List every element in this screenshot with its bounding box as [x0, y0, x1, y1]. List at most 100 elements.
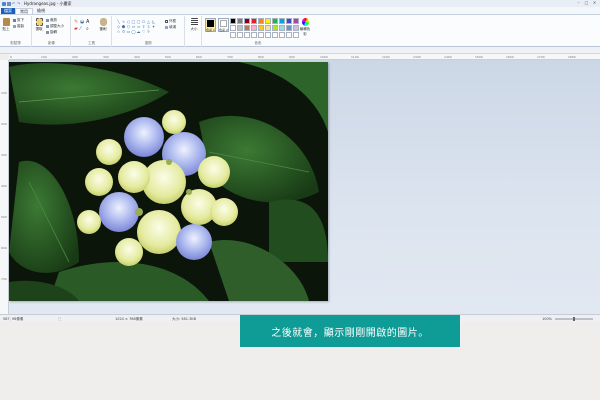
ruler-tick-label: 300: [103, 55, 109, 59]
fill-icon[interactable]: ◒: [80, 19, 85, 25]
rotate-icon: [46, 31, 49, 34]
palette-swatch[interactable]: [230, 32, 236, 38]
shapes-label: 圖形: [145, 41, 152, 45]
undo-icon[interactable]: ↶: [12, 1, 16, 6]
color2-swatch: [220, 20, 227, 27]
magnifier-icon[interactable]: ⌕: [86, 26, 91, 32]
palette-swatch[interactable]: [272, 18, 278, 24]
ruler-tick-label: 100: [41, 55, 47, 59]
palette-swatch[interactable]: [265, 25, 271, 31]
ruler-tick-label: 700: [227, 55, 233, 59]
ruler-tick-label: 1200: [382, 55, 390, 59]
zoom-slider-knob[interactable]: [573, 317, 575, 321]
resize-button[interactable]: 調整大小: [46, 24, 64, 29]
ruler-tick-label: 500: [1, 215, 7, 219]
palette-swatch[interactable]: [251, 18, 257, 24]
clipboard-label: 剪貼簿: [10, 41, 21, 45]
palette-swatch[interactable]: [265, 18, 271, 24]
palette-swatch[interactable]: [265, 32, 271, 38]
select-icon: [35, 18, 43, 26]
maximize-icon[interactable]: □: [583, 0, 590, 5]
ruler-strip: [0, 47, 600, 54]
palette-swatch[interactable]: [272, 32, 278, 38]
crop-button[interactable]: 裁剪: [46, 18, 57, 23]
copy-icon: [13, 25, 16, 28]
brush-icon: [99, 18, 107, 26]
select-button[interactable]: 選取: [34, 17, 44, 37]
palette-swatch[interactable]: [230, 25, 236, 31]
edit-colors-button[interactable]: 編輯色彩: [299, 17, 311, 37]
ruler-tick-label: 600: [1, 246, 7, 250]
color1-button[interactable]: 色彩 1: [205, 18, 216, 32]
palette-swatch[interactable]: [279, 18, 285, 24]
ruler-tick-label: 1400: [444, 55, 452, 59]
palette-swatch[interactable]: [230, 18, 236, 24]
palette-swatch[interactable]: [272, 25, 278, 31]
paste-button[interactable]: 貼上: [1, 17, 11, 37]
color-picker-icon[interactable]: ⁄: [80, 26, 85, 32]
size-button[interactable]: 大小: [189, 17, 199, 37]
ruler-tick-label: 1500: [475, 55, 483, 59]
minimize-icon[interactable]: –: [575, 0, 582, 5]
outline-dropdown[interactable]: 外框: [165, 19, 176, 24]
image-canvas[interactable]: [9, 62, 328, 301]
palette-swatch[interactable]: [244, 18, 250, 24]
ruler-tick-label: 300: [1, 153, 7, 157]
palette-swatch[interactable]: [244, 32, 250, 38]
ribbon: 貼上 剪下 複製 剪貼簿 選取 裁剪 調整大小 旋轉 影像 ✎ ◒ A ▰ ⁄ …: [0, 14, 600, 47]
palette-swatch[interactable]: [251, 25, 257, 31]
app-icon[interactable]: [2, 1, 6, 6]
ruler-tick-label: 1700: [537, 55, 545, 59]
redo-icon[interactable]: ↷: [17, 1, 21, 6]
clipboard-group: 貼上 剪下 複製 剪貼簿: [0, 16, 32, 47]
palette-swatch[interactable]: [279, 32, 285, 38]
resize-icon: [46, 25, 49, 28]
ruler-tick-label: 200: [1, 122, 7, 126]
ruler-tick-label: 200: [72, 55, 78, 59]
fill-bucket-icon: [165, 26, 168, 29]
palette-swatch[interactable]: [286, 25, 292, 31]
eraser-icon[interactable]: ▰: [74, 26, 79, 32]
palette-swatch[interactable]: [237, 32, 243, 38]
palette-swatch[interactable]: [258, 32, 264, 38]
lightning-shape-icon[interactable]: ϟ: [146, 29, 151, 34]
crop-icon: [46, 19, 49, 22]
ruler-tick-label: 400: [1, 184, 7, 188]
color-wheel-icon: [301, 18, 309, 26]
ruler-tick-label: 1300: [413, 55, 421, 59]
pencil-icon[interactable]: ✎: [74, 19, 79, 25]
color2-button[interactable]: 色彩 2: [218, 18, 229, 32]
tutorial-caption: 之後就會，顯示剛剛開啟的圖片。: [240, 315, 460, 347]
zoom-slider[interactable]: [555, 317, 593, 321]
paste-icon: [2, 18, 10, 26]
palette-swatch[interactable]: [251, 32, 257, 38]
size-group: 大小: [186, 16, 202, 47]
palette-swatch[interactable]: [286, 32, 292, 38]
fill-dropdown[interactable]: 填滿: [165, 25, 176, 30]
line-size-icon: [190, 18, 198, 26]
save-icon[interactable]: [7, 1, 11, 6]
palette-swatch[interactable]: [258, 18, 264, 24]
tools-label: 工具: [88, 41, 95, 45]
palette-swatch[interactable]: [237, 18, 243, 24]
image-label: 影像: [48, 41, 55, 45]
canvas-workspace[interactable]: [9, 60, 600, 314]
palette-swatch[interactable]: [258, 25, 264, 31]
text-icon[interactable]: A: [86, 19, 91, 25]
colors-group: 色彩 1 色彩 2 編輯色彩 色彩: [203, 16, 313, 47]
star4-shape-icon[interactable]: ✦: [151, 24, 156, 29]
close-icon[interactable]: ✕: [591, 0, 598, 5]
palette-swatch[interactable]: [286, 18, 292, 24]
title-bar: ↶ ↷ Hydrangeas.jpg - 小畫家 – □ ✕: [0, 0, 600, 7]
image-group: 選取 裁剪 調整大小 旋轉 影像: [33, 16, 71, 47]
cut-button[interactable]: 剪下: [13, 18, 24, 23]
palette-swatch[interactable]: [244, 25, 250, 31]
palette-swatch[interactable]: [237, 25, 243, 31]
palette-swatch[interactable]: [279, 25, 285, 31]
shapes-group: ╲ ∿ ○ □ ▢ ⬠ △ ◺ ◇ ⬟ ⬡ ⇨ ⇦ ⇧ ⇩ ✦ ☆ ✡ ▭ ◯ …: [113, 16, 185, 47]
brushes-button[interactable]: 筆刷: [98, 17, 108, 37]
ruler-tick-label: 600: [196, 55, 202, 59]
shapes-gallery[interactable]: ╲ ∿ ○ □ ▢ ⬠ △ ◺ ◇ ⬟ ⬡ ⇨ ⇦ ⇧ ⇩ ✦ ☆ ✡ ▭ ◯ …: [116, 19, 160, 34]
copy-button[interactable]: 複製: [13, 24, 24, 29]
rotate-button[interactable]: 旋轉: [46, 30, 57, 35]
